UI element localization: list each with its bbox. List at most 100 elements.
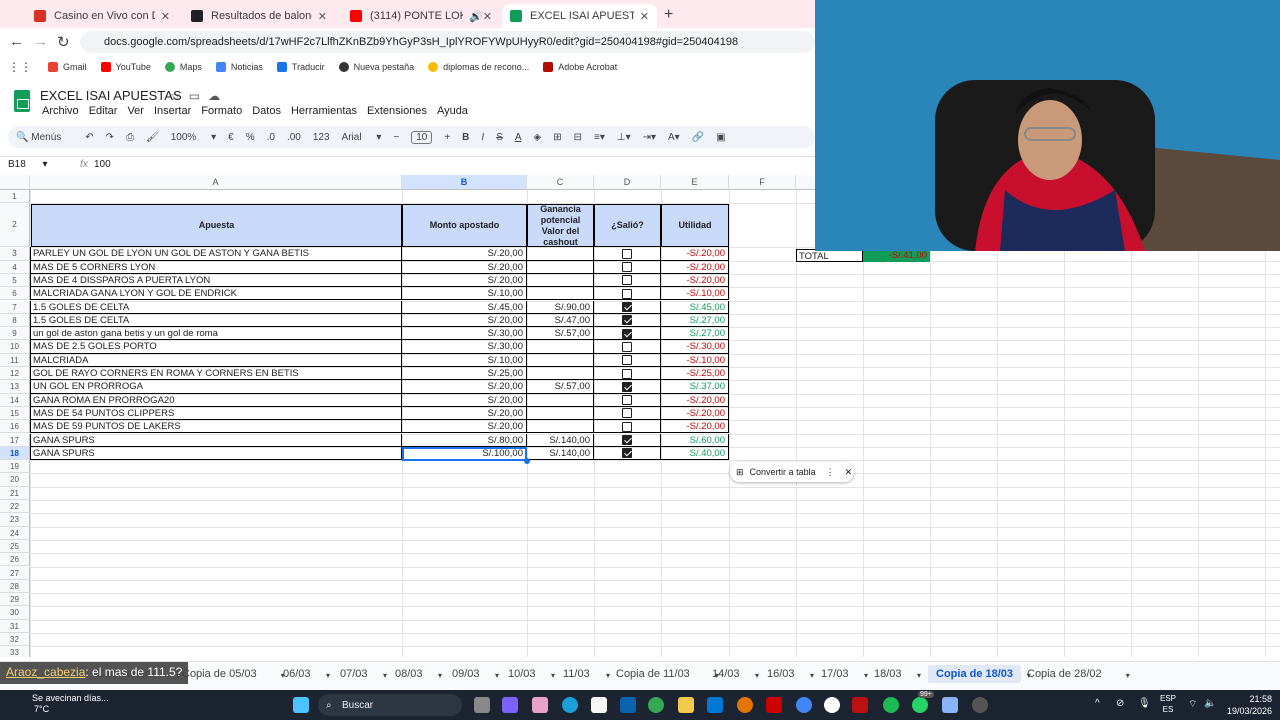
cell-salio[interactable] [594,353,661,367]
checkbox[interactable] [622,341,632,352]
menu-insertar[interactable]: Insertar [154,105,191,117]
cell-monto[interactable]: S/.45,00 [402,300,527,314]
sheet-tab[interactable]: 14/03 [712,668,740,680]
wifi-icon[interactable]: ⌔ [1188,698,1197,711]
checkbox[interactable] [622,302,632,312]
cell-apuesta[interactable]: MAS DE 5 CORNERS LYON [30,260,402,274]
checkbox[interactable] [622,262,632,273]
cell-utilidad[interactable]: S/.45,00 [661,300,729,314]
sheet-tab-menu-icon[interactable]: ▾ [606,671,610,680]
header-ganancia[interactable]: Ganancia potencial Valor del cashout [527,204,594,247]
cell-ganancia[interactable]: S/.140,00 [527,446,594,461]
sheet-tab[interactable]: Copia de 05/03 [182,668,257,680]
align-icon[interactable]: ≡▾ [594,132,605,143]
cell-salio[interactable] [594,260,661,274]
cell-salio[interactable] [594,313,661,328]
checkbox[interactable] [622,421,632,432]
row-header[interactable]: 29 [0,593,30,607]
column-header-d[interactable]: D [594,175,661,190]
cell-monto[interactable]: S/.25,00 [402,367,527,381]
row-header[interactable]: 17 [0,433,30,447]
fill-handle[interactable] [524,458,530,464]
cell-ganancia[interactable] [527,287,594,301]
row-header[interactable]: 6 [0,287,30,301]
cell-apuesta[interactable]: PARLEY UN GOL DE LYON UN GOL DE ASTON Y … [30,247,402,261]
number-format-button[interactable]: 123 [313,132,330,143]
cell-apuesta[interactable]: 1.5 GOLES DE CELTA [30,313,402,328]
row-header[interactable]: 5 [0,273,30,288]
cell-salio[interactable] [594,406,661,421]
sheet-tab-menu-icon[interactable]: ▾ [326,671,330,680]
header-monto[interactable]: Monto apostado [402,204,527,247]
cell-utilidad[interactable]: S/.40,00 [661,446,729,461]
cell-monto[interactable]: S/.10,00 [402,287,527,301]
sheet-tab-menu-icon[interactable]: ▾ [755,671,759,680]
settings-icon[interactable] [972,697,988,713]
forward-icon[interactable]: → [33,33,48,50]
cell-salio[interactable] [594,300,661,314]
menu-archivo[interactable]: Archivo [42,105,79,117]
edge-icon[interactable] [562,697,578,713]
bookmark-youtube[interactable]: YouTube [100,62,151,72]
row-header[interactable]: 31 [0,619,30,633]
row-header[interactable]: 12 [0,367,30,381]
print-icon[interactable]: ⎙ [126,132,134,143]
cell-monto[interactable]: S/.20,00 [402,393,527,407]
percent-button[interactable]: % [246,132,255,143]
cell-salio[interactable] [594,247,661,261]
cell-salio[interactable] [594,273,661,288]
sheet-tab[interactable]: 10/03 [508,668,536,680]
text-color-icon[interactable]: A [515,132,522,143]
sheet-tab-menu-icon[interactable]: ▾ [864,671,868,680]
cell-salio[interactable] [594,340,661,354]
paint-format-icon[interactable]: 🖌 [146,132,159,143]
cell-ganancia[interactable] [527,406,594,421]
tray-chevron-icon[interactable]: ^ [1095,698,1100,709]
column-header-e[interactable]: E [661,175,729,190]
row-header[interactable]: 30 [0,606,30,620]
cell-monto[interactable]: S/.20,00 [402,260,527,274]
cell-ganancia[interactable]: S/.57,00 [527,380,594,394]
cell-monto[interactable]: S/.20,00 [402,420,527,434]
row-header[interactable]: 19 [0,460,30,474]
sheet-tab[interactable]: Copia de 18/03 [928,665,1022,683]
cell-utilidad[interactable]: -S/.20,00 [661,260,729,274]
currency-button[interactable]: € [228,132,234,143]
bookmark-traducir[interactable]: Traducir [276,62,325,72]
cell-ganancia[interactable] [527,353,594,367]
cell-utilidad[interactable]: S/.27,00 [661,327,729,341]
cell-apuesta[interactable]: UN GOL EN PRORROGA [30,380,402,394]
obs-icon[interactable] [824,697,840,713]
cell-monto[interactable]: S/.20,00 [402,380,527,394]
chrome-canary-icon[interactable] [737,697,753,713]
merge-icon[interactable]: ⊟ [574,132,582,143]
sheets-logo-icon[interactable] [14,90,30,112]
sheet-tab-menu-icon[interactable]: ▾ [1126,671,1130,680]
cell-ganancia[interactable] [527,260,594,274]
cell-apuesta[interactable]: MAS DE 2.5 GOLES PORTO [30,340,402,354]
column-header-c[interactable]: C [527,175,594,190]
doc-title[interactable]: EXCEL ISAI APUESTAS [40,88,182,103]
file-explorer-icon[interactable] [678,697,694,713]
teams-icon[interactable] [502,697,518,713]
row-header[interactable]: 4 [0,260,30,274]
browser-tab-sheets[interactable]: EXCEL ISAI APUESTAS - Hojas d ✕ [502,4,657,28]
increase-decimal-button[interactable]: .00 [287,132,301,143]
menu-ayuda[interactable]: Ayuda [437,105,468,117]
row-header[interactable]: 28 [0,579,30,594]
header-utilidad[interactable]: Utilidad [661,204,729,247]
cell-ganancia[interactable]: S/.57,00 [527,327,594,341]
cell-ganancia[interactable] [527,273,594,288]
fill-color-icon[interactable]: ◈ [534,132,542,143]
column-header-b[interactable]: B [402,175,527,190]
cell-apuesta[interactable]: GANA ROMA EN PRORROGA20 [30,393,402,407]
copilot-icon[interactable] [532,697,548,713]
row-header[interactable]: 25 [0,539,30,554]
bookmark-noticias[interactable]: Noticias [215,62,263,72]
column-header-f[interactable]: F [729,175,796,190]
formula-input[interactable]: 100 [94,159,111,170]
cell-utilidad[interactable]: S/.37,00 [661,380,729,394]
undo-icon[interactable]: ↶ [85,132,93,143]
sheet-tab[interactable]: 06/03 [283,668,311,680]
comment-icon[interactable]: ▣ [716,132,725,143]
